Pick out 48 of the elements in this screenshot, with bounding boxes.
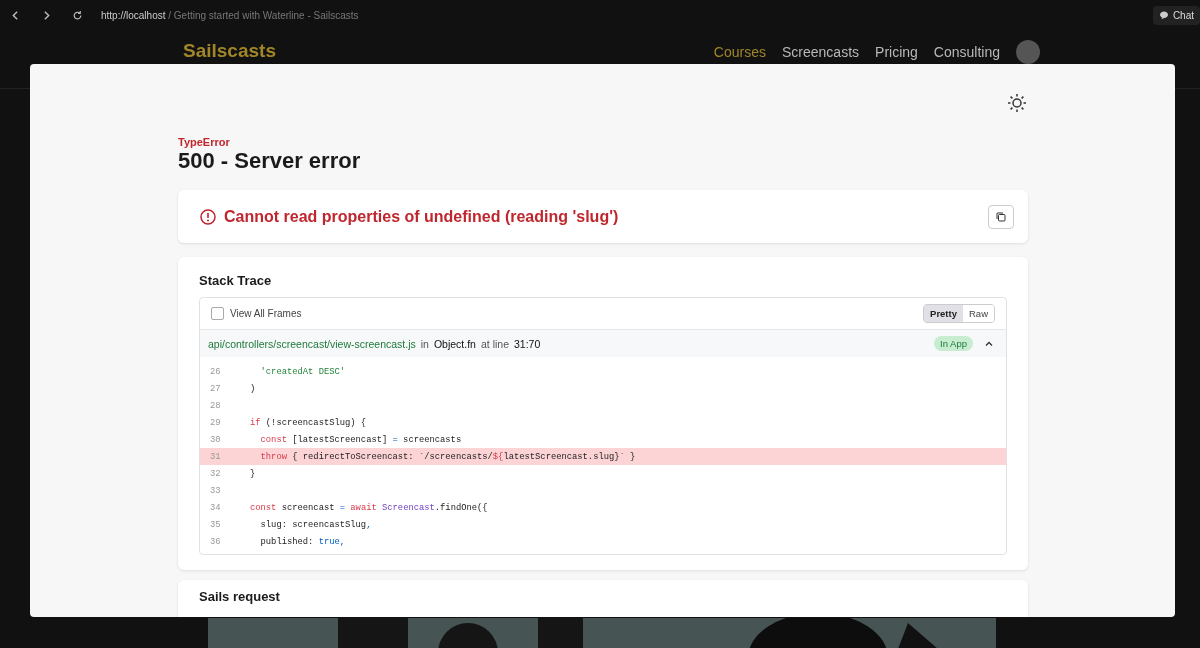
address-bar[interactable]: http://localhost / Getting started with Waterline - Sailscasts	[101, 9, 359, 21]
chat-icon	[1158, 10, 1169, 20]
line-number: 35	[209, 519, 222, 530]
file-path[interactable]: api/controllers/screencast/view-screencast.js	[208, 337, 416, 350]
nav-link[interactable]: Screencasts	[782, 41, 860, 63]
line-number: 29	[209, 417, 222, 428]
line-number: 26	[209, 366, 222, 377]
reload-icon[interactable]	[72, 9, 83, 21]
error-type: TypeError	[178, 136, 231, 148]
code-line: if (!screencastSlug) {	[250, 417, 367, 428]
error-title: 500 - Server error	[178, 148, 362, 174]
section-title: Sails request	[199, 589, 281, 604]
alert-icon	[200, 208, 216, 225]
error-message: Cannot read properties of undefined (reading 'slug')	[224, 207, 619, 226]
line-number: 30	[209, 434, 222, 445]
code-line: 'createdAt DESC'	[259, 366, 346, 377]
view-all-checkbox[interactable]: View All Frames	[211, 307, 302, 320]
line-number: 33	[209, 485, 222, 496]
nav-link[interactable]: Courses	[713, 41, 766, 63]
nav-link[interactable]: Pricing	[875, 41, 918, 63]
nav-link[interactable]: Consulting	[933, 41, 1000, 63]
frame-label: in	[420, 337, 429, 350]
in-app-badge: In App	[934, 336, 973, 351]
view-mode-tab[interactable]: Pretty	[924, 305, 963, 322]
code-line: throw { redirectToScreencast: `/screencasts/${latestScreencast.slug}` }	[259, 451, 636, 462]
line-number: 31:70	[514, 337, 541, 350]
copy-icon	[995, 210, 1007, 223]
code-line: )	[250, 383, 256, 394]
function-name: Object.fn	[433, 337, 476, 350]
copy-button[interactable]	[988, 204, 1014, 229]
avatar[interactable]	[1016, 40, 1040, 64]
line-number: 34	[209, 502, 222, 513]
logo[interactable]: Sailscasts	[183, 40, 276, 62]
line-number: 32	[209, 468, 222, 479]
frame-header[interactable]: api/controllers/screencast/view-screencast.js in Object.fn at line 31:70 In App	[200, 330, 1006, 357]
line-number: 31	[209, 451, 222, 462]
section-title: Stack Trace	[199, 273, 273, 288]
code-line: published: true,	[259, 536, 346, 547]
frame-label: at line	[480, 337, 509, 350]
line-number: 36	[209, 536, 222, 547]
code-line: }	[250, 468, 256, 479]
code-line: slug: screencastSlug,	[259, 519, 372, 530]
theme-toggle-icon[interactable]	[1007, 93, 1027, 113]
chat-button[interactable]: Chat	[1152, 5, 1200, 25]
code-line: const screencast = await Screencast.findOne({	[250, 502, 488, 513]
code-line: const [latestScreencast] = screencasts	[259, 434, 462, 445]
line-number: 28	[209, 400, 222, 411]
line-number: 27	[209, 383, 222, 394]
